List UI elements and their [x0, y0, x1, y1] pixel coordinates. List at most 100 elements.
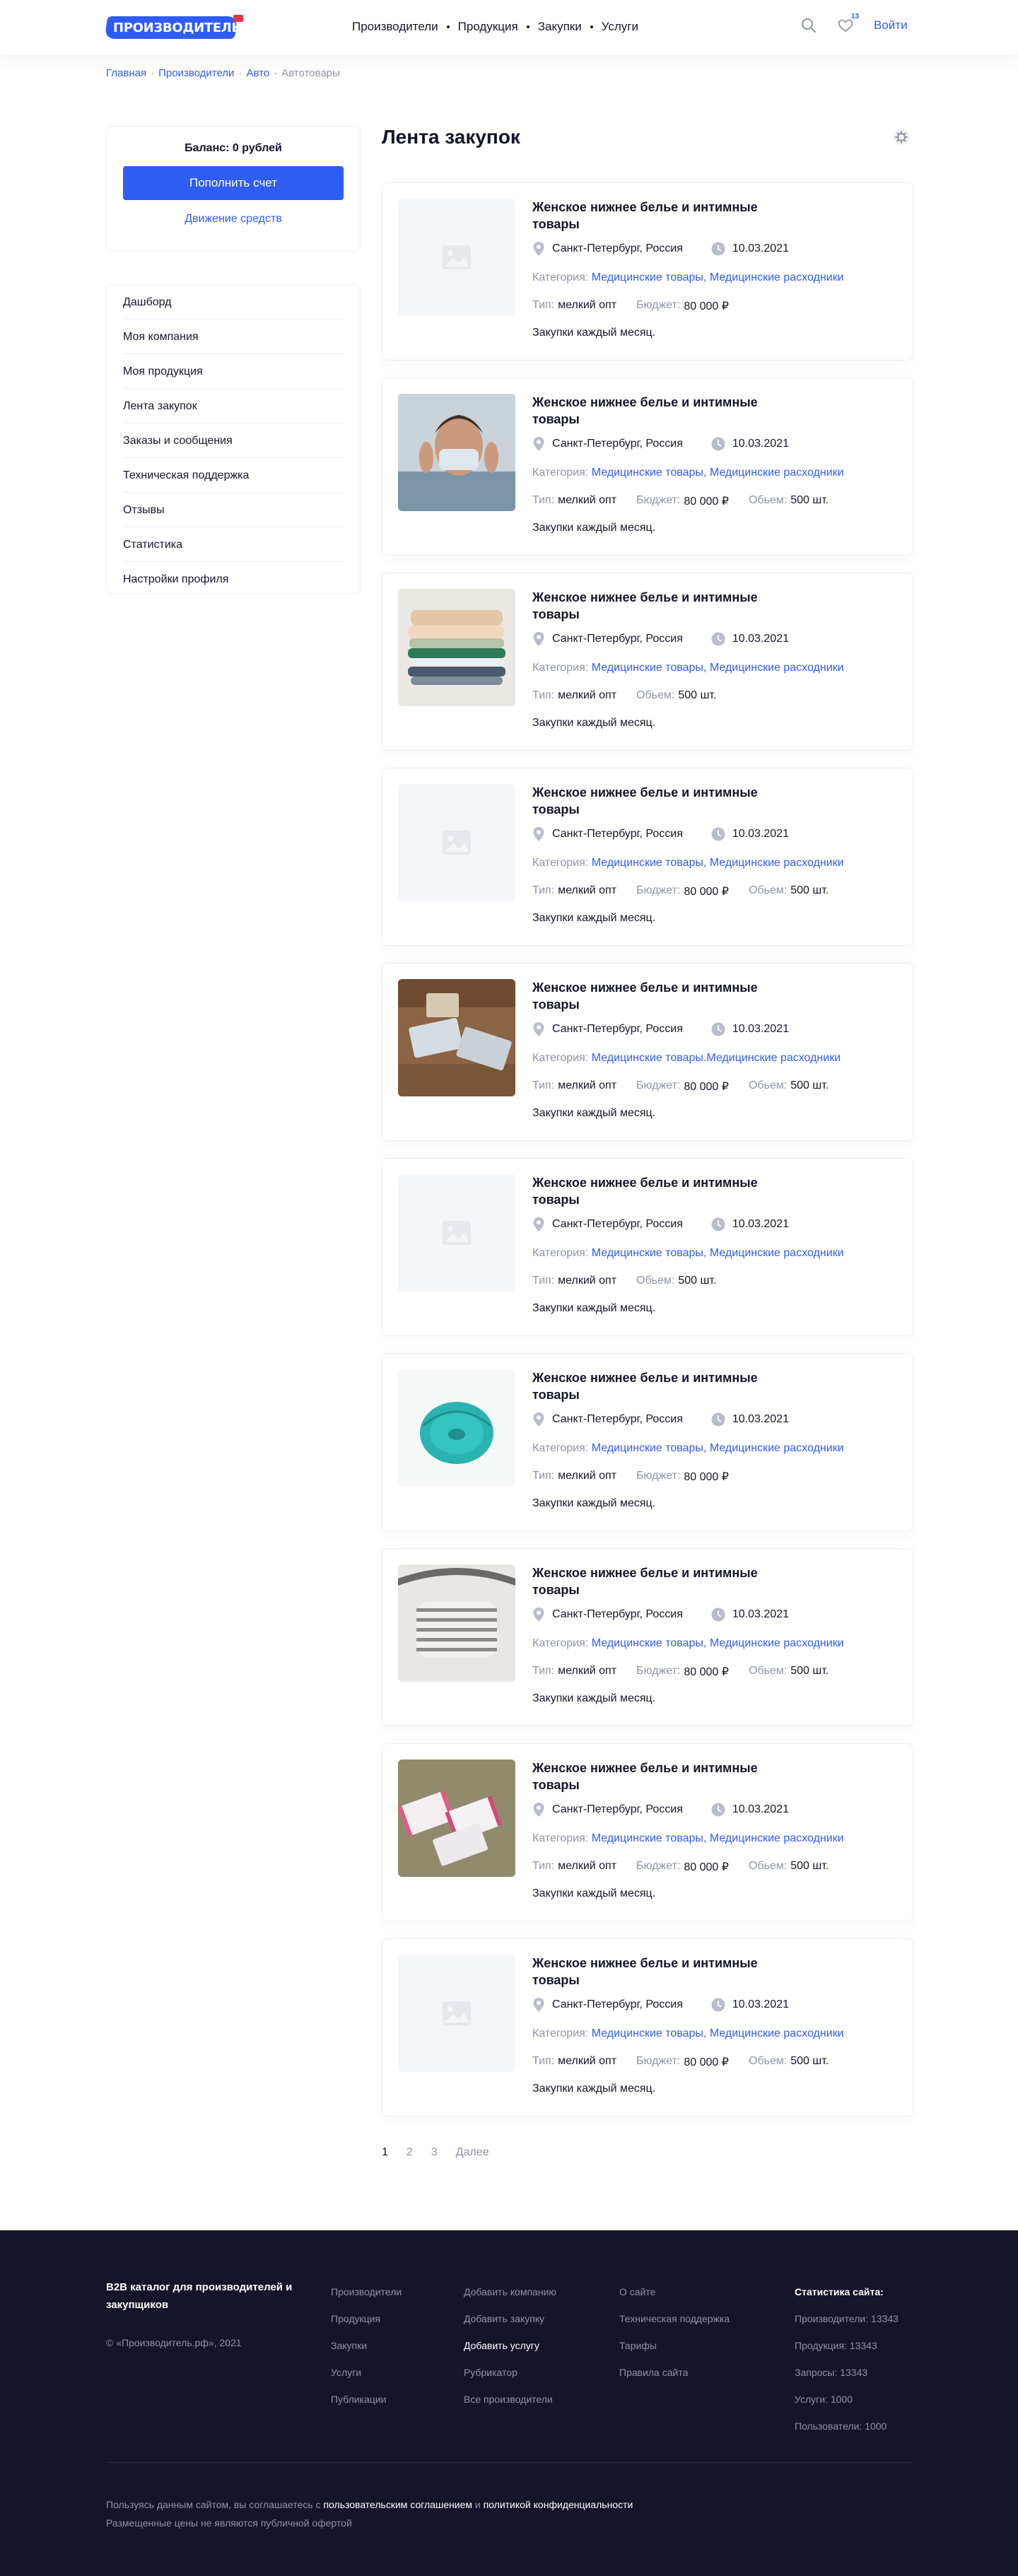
sidebar-item-company[interactable]: Моя компания	[123, 320, 344, 354]
purchase-title[interactable]: Женское нижнее белье и интимные товары	[532, 784, 801, 818]
purchase-title[interactable]: Женское нижнее белье и интимные товары	[532, 199, 801, 233]
category-link[interactable]: Медицинские расходники	[710, 1247, 844, 1259]
purchase-categories: Категория: Медицинские товары, Медицинск…	[532, 1637, 844, 1650]
login-link[interactable]: Войти	[874, 18, 908, 33]
search-icon[interactable]	[800, 17, 817, 34]
sidebar-item-settings[interactable]: Настройки профиля	[123, 562, 344, 597]
footer-link[interactable]: Закупки	[331, 2332, 402, 2359]
category-link[interactable]: Медицинские расходники	[710, 1637, 844, 1649]
category-link[interactable]: Медицинские расходники	[710, 1832, 844, 1844]
category-link[interactable]: Медицинские товары	[592, 662, 703, 674]
type-label: Тип:	[532, 884, 555, 896]
purchase-thumbnail[interactable]	[398, 1760, 515, 1877]
category-link[interactable]: Медицинские товары	[592, 857, 703, 869]
nav-item-products[interactable]: Продукция	[458, 20, 518, 34]
footer-link[interactable]: Тарифы	[619, 2332, 730, 2359]
purchase-card[interactable]: Женское нижнее белье и интимные товары Са…	[382, 182, 913, 361]
favorites-heart-icon[interactable]: 13	[837, 13, 859, 34]
sidebar-item-dashboard[interactable]: Дашборд	[123, 285, 344, 320]
breadcrumb-producers[interactable]: Производители	[158, 67, 234, 79]
footer-link-active[interactable]: Добавить услугу	[464, 2332, 556, 2359]
purchase-thumbnail[interactable]	[398, 979, 515, 1096]
page-2-link[interactable]: 2	[406, 2146, 413, 2159]
purchase-card[interactable]: Женское нижнее белье и интимные товары Са…	[382, 1353, 913, 1531]
volume-label: Обьем:	[748, 1665, 788, 1677]
sidebar-item-orders[interactable]: Заказы и сообщения	[123, 423, 344, 458]
user-agreement-link[interactable]: пользовательским соглашением	[323, 2499, 472, 2510]
purchase-thumbnail[interactable]	[398, 1564, 515, 1682]
sidebar-item-products[interactable]: Моя продукция	[123, 354, 344, 389]
footer-link[interactable]: Продукция	[331, 2305, 402, 2332]
nav-item-producers[interactable]: Производители	[352, 20, 438, 34]
purchase-card[interactable]: Женское нижнее белье и интимные товары Са…	[382, 1158, 913, 1336]
purchase-title[interactable]: Женское нижнее белье и интимные товары	[532, 589, 801, 623]
site-logo[interactable]: ПРОИЗВОДИТЕЛЬ.РФ	[104, 15, 267, 41]
purchase-card[interactable]: Женское нижнее белье и интимные товары Са…	[382, 1938, 913, 2117]
category-link[interactable]: Медицинские товары	[592, 1637, 703, 1649]
funds-movement-link[interactable]: Движение средств	[107, 213, 360, 226]
breadcrumb-home[interactable]: Главная	[106, 67, 146, 79]
purchase-thumbnail[interactable]	[398, 1955, 515, 2072]
category-link[interactable]: Медицинские расходники	[710, 662, 844, 674]
sidebar-item-statistics[interactable]: Статистика	[123, 527, 344, 562]
volume-value: 500 шт.	[678, 1275, 717, 1287]
purchase-thumbnail[interactable]	[398, 1174, 515, 1292]
topup-button[interactable]: Пополнить счет	[123, 166, 344, 200]
privacy-policy-link[interactable]: политикой конфиденциальности	[484, 2499, 633, 2510]
purchase-thumbnail[interactable]	[398, 784, 515, 901]
purchase-thumbnail[interactable]	[398, 1369, 515, 1487]
purchase-card[interactable]: Женское нижнее белье и интимные товары Са…	[382, 1548, 913, 1726]
purchase-thumbnail[interactable]	[398, 394, 515, 511]
sidebar-item-support[interactable]: Техническая поддержка	[123, 458, 344, 493]
footer-link[interactable]: Все производители	[464, 2386, 556, 2413]
category-link[interactable]: Медицинские расходники	[710, 857, 844, 869]
category-link[interactable]: Медицинские товары	[592, 271, 703, 283]
footer-link[interactable]: Рубрикатор	[464, 2359, 556, 2386]
gear-icon[interactable]	[892, 128, 911, 146]
category-link[interactable]: Медицинские расходники	[706, 1052, 841, 1064]
sidebar-item-purchase-feed[interactable]: Лента закупок	[123, 389, 344, 423]
footer-link[interactable]: Производители	[331, 2278, 402, 2305]
footer-legal: Пользуясь данным сайтом, вы соглашаетесь…	[106, 2495, 633, 2532]
purchase-title[interactable]: Женское нижнее белье и интимные товары	[532, 1564, 801, 1598]
category-link[interactable]: Медицинские расходники	[710, 2027, 844, 2039]
footer-link[interactable]: Публикации	[331, 2386, 402, 2413]
purchase-card[interactable]: Женское нижнее белье и интимные товары Са…	[382, 573, 913, 751]
category-link[interactable]: Медицинские расходники	[710, 271, 844, 283]
category-link[interactable]: Медицинские товары	[592, 1052, 703, 1064]
purchase-card[interactable]: Женское нижнее белье и интимные товары Са…	[382, 1743, 913, 1921]
next-page-link[interactable]: Далее	[456, 2146, 489, 2159]
category-link[interactable]: Медицинские расходники	[710, 1442, 844, 1454]
footer-link[interactable]: Добавить компанию	[464, 2278, 556, 2305]
type-label: Тип:	[532, 1275, 555, 1287]
category-link[interactable]: Медицинские расходники	[710, 467, 844, 479]
purchase-title[interactable]: Женское нижнее белье и интимные товары	[532, 394, 801, 428]
purchase-title[interactable]: Женское нижнее белье и интимные товары	[532, 979, 801, 1013]
purchase-title[interactable]: Женское нижнее белье и интимные товары	[532, 1174, 801, 1208]
page-1-link[interactable]: 1	[382, 2146, 388, 2159]
purchase-title[interactable]: Женское нижнее белье и интимные товары	[532, 1955, 801, 1989]
purchase-location: Санкт-Петербург, Россия	[552, 1218, 683, 1230]
category-link[interactable]: Медицинские товары	[592, 1247, 703, 1259]
nav-item-services[interactable]: Услуги	[602, 20, 638, 34]
sidebar-item-reviews[interactable]: Отзывы	[123, 493, 344, 527]
footer-link[interactable]: Правила сайта	[619, 2359, 730, 2386]
category-link[interactable]: Медицинские товары	[592, 2027, 703, 2039]
purchase-card[interactable]: Женское нижнее белье и интимные товары Са…	[382, 963, 913, 1141]
nav-item-purchases[interactable]: Закупки	[538, 20, 582, 34]
category-link[interactable]: Медицинские товары	[592, 1442, 703, 1454]
page-3-link[interactable]: 3	[431, 2146, 438, 2159]
purchase-card[interactable]: Женское нижнее белье и интимные товары Са…	[382, 377, 913, 556]
footer-link[interactable]: Услуги	[331, 2359, 402, 2386]
category-link[interactable]: Медицинские товары	[592, 467, 703, 479]
footer-link[interactable]: Добавить закупку	[464, 2305, 556, 2332]
footer-link[interactable]: О сайте	[619, 2278, 730, 2305]
purchase-title[interactable]: Женское нижнее белье и интимные товары	[532, 1760, 801, 1793]
purchase-thumbnail[interactable]	[398, 589, 515, 706]
footer-link[interactable]: Техническая поддержка	[619, 2305, 730, 2332]
breadcrumb-auto[interactable]: Авто	[246, 67, 269, 79]
purchase-card[interactable]: Женское нижнее белье и интимные товары Са…	[382, 768, 913, 946]
purchase-thumbnail[interactable]	[398, 199, 515, 316]
purchase-title[interactable]: Женское нижнее белье и интимные товары	[532, 1369, 801, 1403]
category-link[interactable]: Медицинские товары	[592, 1832, 703, 1844]
